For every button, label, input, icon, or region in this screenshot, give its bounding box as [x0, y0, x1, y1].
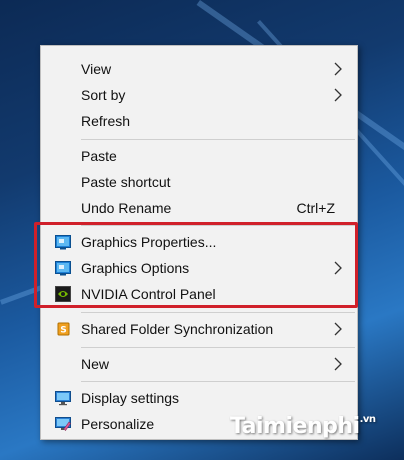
highlight-box	[34, 222, 358, 308]
menu-item-sort-by-label: Sort by	[81, 87, 126, 103]
watermark-logo: Taimienphi.vn	[230, 414, 376, 439]
menu-item-new[interactable]: New	[41, 351, 357, 377]
menu-item-view[interactable]: View	[41, 56, 357, 82]
menu-item-view-label: View	[81, 61, 112, 77]
menu-item-refresh-label: Refresh	[81, 113, 131, 129]
menu-separator	[81, 139, 355, 140]
menu-item-new-label: New	[81, 356, 110, 372]
menu-item-paste-label: Paste	[81, 148, 117, 164]
menu-item-shared-folder-sync[interactable]: S Shared Folder Synchronization	[41, 316, 357, 342]
menu-item-sort-by[interactable]: Sort by	[41, 82, 357, 108]
monitor-icon	[55, 391, 71, 406]
svg-text:S: S	[60, 326, 66, 336]
menu-item-paste-shortcut[interactable]: Paste shortcut	[41, 169, 357, 195]
menu-item-personalize-label: Personalize	[81, 416, 155, 432]
chevron-right-icon	[334, 322, 342, 336]
personalize-icon	[55, 417, 71, 431]
menu-item-paste-shortcut-label: Paste shortcut	[81, 174, 171, 190]
menu-item-display-settings-label: Display settings	[81, 390, 180, 406]
chevron-right-icon	[334, 88, 342, 102]
menu-item-refresh[interactable]: Refresh	[41, 108, 357, 134]
menu-separator	[81, 312, 355, 313]
menu-separator	[81, 381, 355, 382]
menu-item-paste[interactable]: Paste	[41, 143, 357, 169]
menu-item-shared-folder-sync-label: Shared Folder Synchronization	[81, 321, 274, 337]
chevron-right-icon	[334, 357, 342, 371]
menu-item-display-settings[interactable]: Display settings	[41, 385, 357, 411]
sync-folder-icon: S	[57, 322, 70, 336]
chevron-right-icon	[334, 62, 342, 76]
menu-item-undo-rename[interactable]: Undo Rename Ctrl+Z	[41, 195, 357, 221]
menu-separator	[81, 347, 355, 348]
menu-item-undo-rename-label: Undo Rename	[81, 200, 172, 216]
keyboard-shortcut: Ctrl+Z	[296, 200, 336, 216]
